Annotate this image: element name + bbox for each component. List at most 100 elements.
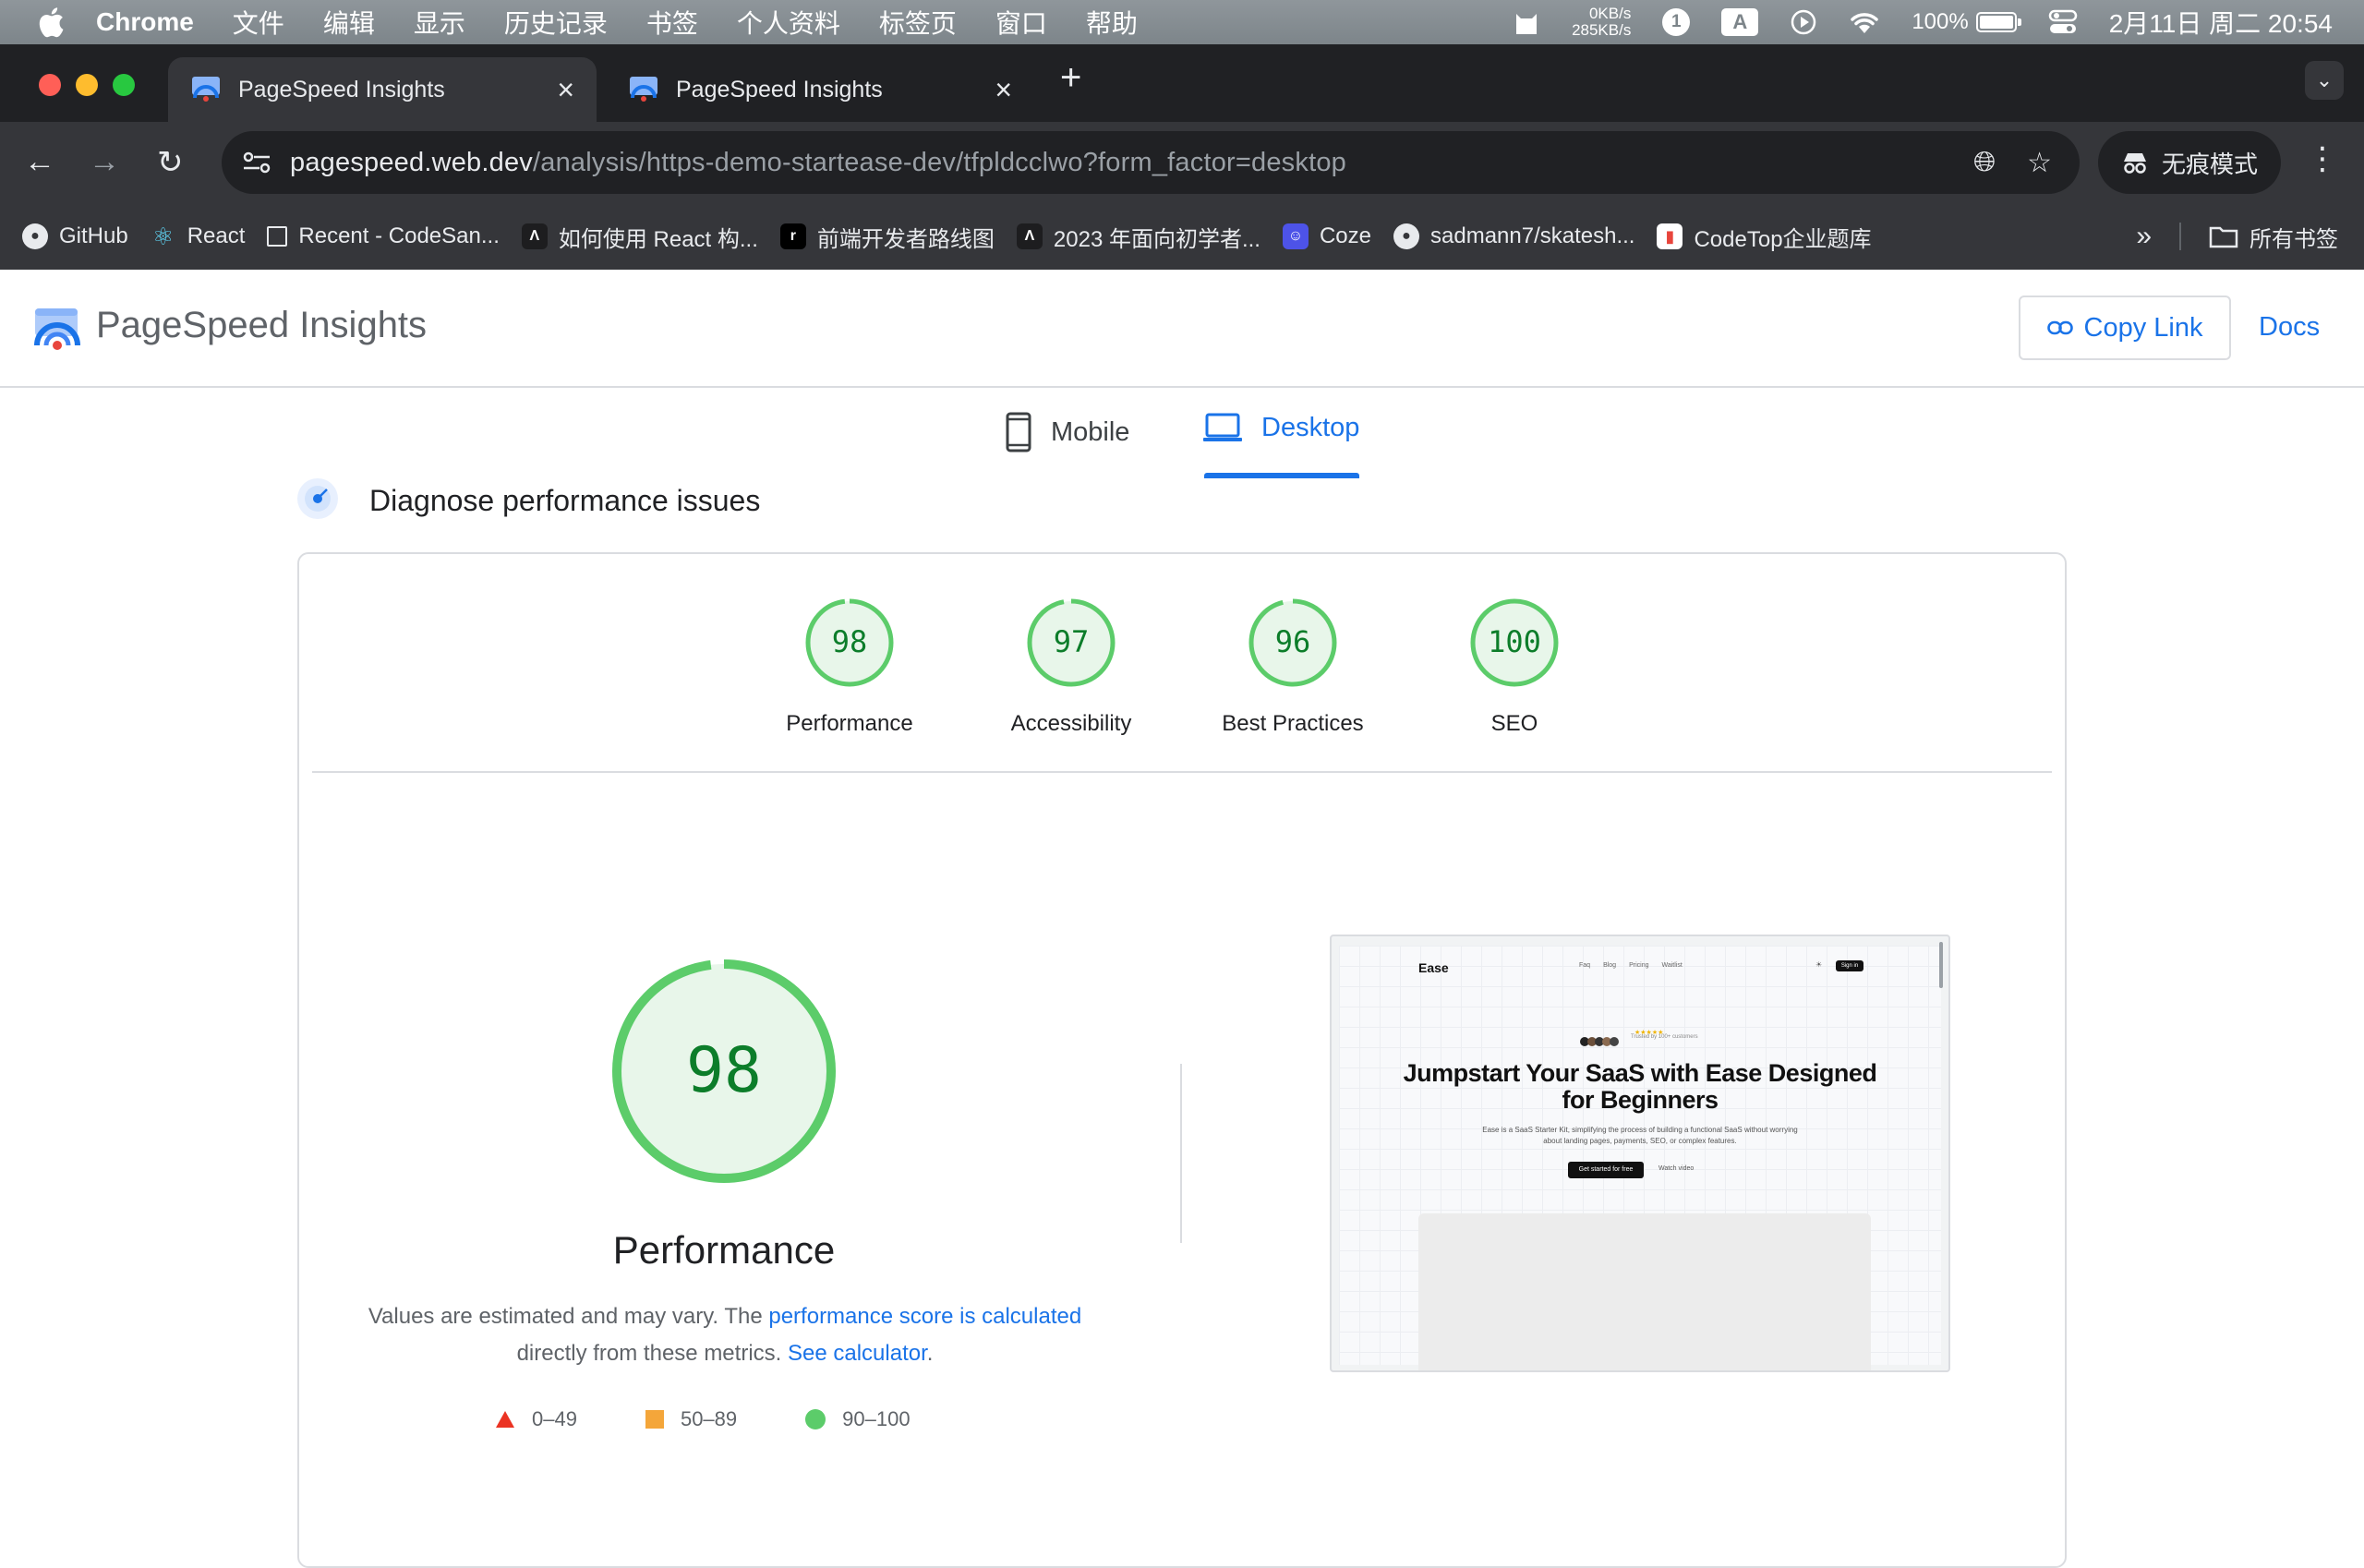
bookmark-roadmap[interactable]: r 前端开发者路线图 xyxy=(779,221,995,253)
net-upload: 0KB/s xyxy=(1588,5,1632,22)
window-minimize-button[interactable] xyxy=(76,74,98,96)
score-gauge-accessibility[interactable]: 97 xyxy=(1025,597,1117,689)
thumb-hero-panel xyxy=(1418,1213,1871,1370)
menu-profiles[interactable]: 个人资料 xyxy=(737,4,840,41)
thumb-scrollbar xyxy=(1939,942,1943,988)
macos-menubar: Chrome 文件 编辑 显示 历史记录 书签 个人资料 标签页 窗口 帮助 0… xyxy=(0,0,2364,44)
copy-link-label: Copy Link xyxy=(2083,312,2203,343)
incognito-label: 无痕模式 xyxy=(2161,150,2258,178)
score-label: Accessibility xyxy=(1010,711,1132,736)
vertical-divider xyxy=(1180,1064,1182,1243)
net-download: 285KB/s xyxy=(1572,21,1632,39)
menubar-app-name[interactable]: Chrome xyxy=(96,7,194,37)
tab-mobile-label: Mobile xyxy=(1051,416,1130,447)
network-speed[interactable]: 0KB/s 285KB/s xyxy=(1572,6,1631,39)
menu-help[interactable]: 帮助 xyxy=(1086,4,1138,41)
incognito-indicator[interactable]: 无痕模式 xyxy=(2098,131,2281,194)
menu-file[interactable]: 文件 xyxy=(233,4,284,41)
tab-search-icon[interactable]: ⌄ xyxy=(2305,61,2344,100)
url-text[interactable]: pagespeed.web.dev/analysis/https-demo-st… xyxy=(290,148,1346,178)
browser-tab[interactable]: PageSpeed Insights × xyxy=(606,57,1034,122)
tab-desktop[interactable]: Desktop xyxy=(1202,412,1359,443)
score-label: SEO xyxy=(1490,711,1538,736)
control-center-icon[interactable] xyxy=(2048,8,2078,36)
menu-history[interactable]: 历史记录 xyxy=(504,4,608,41)
close-icon[interactable]: × xyxy=(557,73,574,107)
new-tab-icon[interactable]: + xyxy=(1060,57,1081,99)
bookmark-juejin-2023[interactable]: Λ 2023 年面向初学者... xyxy=(1016,221,1260,253)
notification-badge[interactable]: 1 xyxy=(1662,8,1691,36)
apple-icon[interactable] xyxy=(37,6,65,38)
performance-description: Values are estimated and may vary. The p… xyxy=(351,1298,1099,1372)
score-value: 96 xyxy=(1275,624,1311,659)
bookmark-juejin-react[interactable]: Λ 如何使用 React 构... xyxy=(521,221,758,253)
window-close-button[interactable] xyxy=(39,74,61,96)
back-icon[interactable]: ← xyxy=(24,144,55,180)
bookmark-label: 前端开发者路线图 xyxy=(816,226,995,252)
page-title[interactable]: PageSpeed Insights xyxy=(96,305,427,346)
forward-icon[interactable]: → xyxy=(89,144,120,180)
menu-kebab-icon[interactable]: ⋮ xyxy=(2307,140,2338,177)
tab-desktop-label: Desktop xyxy=(1261,412,1360,442)
battery-status[interactable]: 100% xyxy=(1912,9,2021,35)
score-calculated-link[interactable]: performance score is calculated xyxy=(768,1304,1081,1329)
thumb-nav: Faq Blog Pricing Waitlist xyxy=(1579,962,1683,969)
bookmark-react[interactable]: ⚛ React xyxy=(151,222,246,250)
page-screenshot-thumbnail: Ease Faq Blog Pricing Waitlist ☀ Sign in… xyxy=(1330,935,1950,1372)
menu-bookmarks[interactable]: 书签 xyxy=(646,4,698,41)
bookmark-github[interactable]: ● GitHub xyxy=(22,223,128,249)
pagespeed-logo-icon[interactable] xyxy=(33,305,81,353)
bookmarks-overflow: » 所有书签 xyxy=(2136,203,2338,270)
bookmark-codesandbox[interactable]: Recent - CodeSan... xyxy=(267,223,500,249)
browser-tab-active[interactable]: PageSpeed Insights × xyxy=(168,57,597,122)
input-method-icon[interactable]: A xyxy=(1721,8,1759,36)
score-value: 100 xyxy=(1488,624,1541,659)
score-gauge-seo[interactable]: 100 xyxy=(1468,597,1561,689)
window-zoom-button[interactable] xyxy=(113,74,135,96)
juejin-icon: Λ xyxy=(521,223,548,249)
pagespeed-favicon-icon xyxy=(630,77,657,102)
menu-edit[interactable]: 编辑 xyxy=(323,4,375,41)
score-gauge-best-practices[interactable]: 96 xyxy=(1247,597,1339,689)
incognito-icon xyxy=(2123,153,2146,174)
smartphone-icon xyxy=(1006,412,1031,452)
react-icon: ⚛ xyxy=(152,222,175,250)
bookmark-coze[interactable]: ☺ Coze xyxy=(1282,223,1371,249)
legend-range: 0–49 xyxy=(532,1407,577,1430)
thumb-cta: Get started for free xyxy=(1568,1162,1644,1178)
chevron-double-right-icon[interactable]: » xyxy=(2136,221,2152,252)
menu-view[interactable]: 显示 xyxy=(414,4,465,41)
menu-tabs[interactable]: 标签页 xyxy=(879,4,957,41)
wifi-icon[interactable] xyxy=(1849,9,1880,35)
address-bar[interactable]: pagespeed.web.dev/analysis/https-demo-st… xyxy=(222,131,2080,194)
roadmap-icon: r xyxy=(779,223,806,249)
legend-fail: 0–49 xyxy=(495,1407,577,1431)
bookmark-label: React xyxy=(187,223,246,248)
close-icon[interactable]: × xyxy=(995,73,1012,107)
codetop-icon: ▮ xyxy=(1657,223,1683,249)
translate-icon[interactable]: 🌐︎ xyxy=(1973,147,1996,179)
square-icon xyxy=(645,1410,664,1429)
bookmark-codetop[interactable]: ▮ CodeTop企业题库 xyxy=(1657,221,1872,253)
cat-icon[interactable] xyxy=(1513,8,1540,36)
battery-percent: 100% xyxy=(1912,9,1969,34)
docs-link[interactable]: Docs xyxy=(2259,312,2320,343)
see-calculator-link[interactable]: See calculator xyxy=(788,1341,927,1366)
reload-icon[interactable]: ↻ xyxy=(157,144,184,181)
score-gauge-performance[interactable]: 98 xyxy=(803,597,896,689)
copy-link-button[interactable]: Copy Link xyxy=(2019,296,2231,360)
menu-window[interactable]: 窗口 xyxy=(995,4,1047,41)
menubar-datetime[interactable]: 2月11日 周二 20:54 xyxy=(2109,4,2333,41)
thumb-nav-item: Faq xyxy=(1579,962,1591,969)
github-icon: ● xyxy=(22,223,48,249)
all-bookmarks-label: 所有书签 xyxy=(2249,226,2338,252)
play-icon[interactable] xyxy=(1790,8,1817,36)
github-icon: ● xyxy=(1393,223,1419,249)
performance-gauge-large: 98 xyxy=(612,959,836,1183)
all-bookmarks[interactable]: 所有书签 xyxy=(2209,221,2338,253)
bookmark-skateshop[interactable]: ● sadmann7/skatesh... xyxy=(1393,223,1634,249)
bookmark-star-icon[interactable]: ☆ xyxy=(2027,147,2052,179)
tab-mobile[interactable]: Mobile xyxy=(1005,412,1129,452)
site-info-icon[interactable] xyxy=(240,149,273,176)
score-value: 97 xyxy=(1054,624,1090,659)
